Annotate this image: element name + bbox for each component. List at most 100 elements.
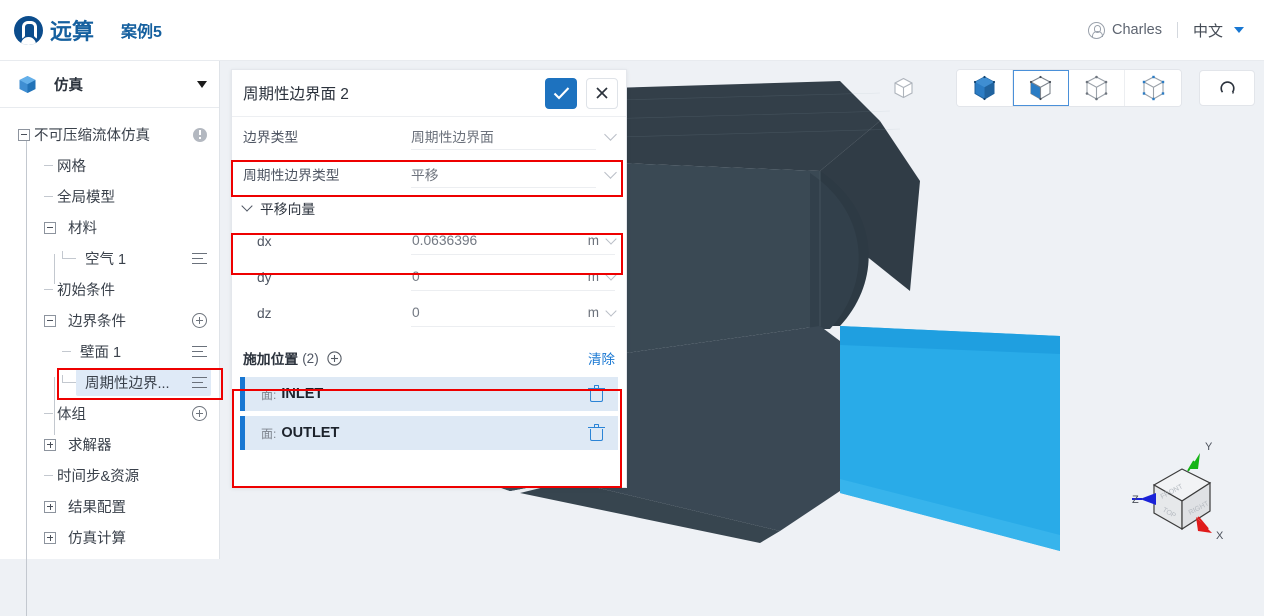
tree-branch-stub bbox=[44, 165, 53, 166]
tree-branch-stub bbox=[44, 413, 53, 414]
view-mode-shaded-edges-cube-button[interactable] bbox=[1013, 70, 1069, 106]
sidebar-item-wall-1[interactable]: 壁面 1 bbox=[0, 336, 219, 367]
dx-row[interactable]: dx 0.0636396 m bbox=[232, 223, 626, 259]
sidebar-item-label: 材料 bbox=[68, 221, 97, 237]
assign-location-title: 施加位置 bbox=[243, 352, 299, 367]
dx-label: dx bbox=[257, 233, 272, 249]
language-selector-label[interactable]: 中文 bbox=[1193, 20, 1223, 41]
sidebar-item-label: 求解器 bbox=[68, 438, 112, 454]
chevron-down-icon[interactable] bbox=[605, 233, 617, 245]
sidebar-item-label: 网格 bbox=[57, 159, 86, 175]
assign-item-name: OUTLET bbox=[281, 425, 340, 441]
info-icon[interactable] bbox=[193, 127, 207, 142]
cube-icon bbox=[18, 75, 37, 94]
user-name[interactable]: Charles bbox=[1112, 22, 1162, 38]
dz-unit-selector[interactable]: m bbox=[567, 300, 617, 327]
dz-row[interactable]: dz 0 m bbox=[232, 295, 626, 331]
sidebar-item-mesh[interactable]: 网格 bbox=[0, 150, 219, 181]
dx-input[interactable]: 0.0636396 bbox=[411, 228, 567, 255]
sidebar-item-result-config[interactable]: 结果配置 bbox=[0, 491, 219, 522]
sidebar-item-solver[interactable]: 求解器 bbox=[0, 429, 219, 460]
tree-branch-stub bbox=[62, 351, 71, 352]
gizmo-axis-x-label: X bbox=[1216, 530, 1224, 542]
sidebar-header-label: 仿真 bbox=[54, 77, 83, 94]
sidebar-item-volume-group[interactable]: 体组 bbox=[0, 398, 219, 429]
confirm-button[interactable] bbox=[545, 77, 577, 109]
dx-unit-selector[interactable]: m bbox=[567, 228, 617, 255]
brand-name: 远算 bbox=[50, 19, 95, 44]
sidebar-item-global-model[interactable]: 全局模型 bbox=[0, 181, 219, 212]
chevron-down-icon[interactable] bbox=[604, 165, 617, 179]
dy-input[interactable]: 0 bbox=[411, 264, 567, 291]
translation-vector-section-label: 平移向量 bbox=[260, 202, 316, 217]
tree-branch-stub bbox=[44, 475, 53, 476]
top-bar-right: Charles 中文 bbox=[1088, 20, 1244, 41]
dz-input[interactable]: 0 bbox=[411, 300, 567, 327]
item-menu-icon[interactable] bbox=[192, 376, 207, 389]
periodic-boundary-type-row[interactable]: 周期性边界类型 平移 bbox=[232, 155, 626, 193]
view-mode-wireframe-vertices-cube-button[interactable] bbox=[1069, 70, 1125, 106]
caret-down-icon[interactable] bbox=[1234, 27, 1244, 33]
sidebar-item-label: 壁面 1 bbox=[80, 345, 122, 361]
sidebar-header[interactable]: 仿真 bbox=[0, 61, 219, 108]
sidebar-item-label: 时间步&资源 bbox=[57, 469, 140, 485]
translation-vector-section-header[interactable]: 平移向量 bbox=[232, 193, 626, 223]
view-mode-solid-cube-button[interactable] bbox=[957, 70, 1013, 106]
sidebar-item-periodic-boundary[interactable]: 周期性边界... bbox=[0, 367, 219, 398]
clear-all-button[interactable]: 清除 bbox=[588, 348, 615, 368]
sidebar-item-label: 周期性边界... bbox=[85, 376, 170, 392]
assign-list-item[interactable]: 面: INLET bbox=[240, 377, 618, 411]
view-mode-button-group bbox=[956, 69, 1182, 107]
add-volume-group-icon[interactable] bbox=[192, 406, 207, 421]
tree-expand-toggle[interactable] bbox=[44, 438, 56, 451]
divider bbox=[1176, 22, 1178, 38]
periodic-boundary-type-value[interactable]: 平移 bbox=[411, 161, 596, 188]
gizmo-axis-y-label: Y bbox=[1205, 441, 1213, 453]
app-root: 远算 案例5 Charles 中文 FRONT TOP RIGHT Y Z X … bbox=[0, 0, 1264, 616]
sidebar-item-timestep-resources[interactable]: 时间步&资源 bbox=[0, 460, 219, 491]
sidebar-item-incompressible-flow[interactable]: 不可压缩流体仿真 bbox=[0, 119, 219, 150]
gizmo-axis-z-label: Z bbox=[1132, 494, 1139, 506]
view-mode-wireframe-blue-vertices-cube-button[interactable] bbox=[1125, 70, 1181, 106]
dz-unit-label: m bbox=[587, 305, 599, 320]
sidebar-item-air-1[interactable]: 空气 1 bbox=[0, 243, 219, 274]
sidebar-item-simulation-run[interactable]: 仿真计算 bbox=[0, 522, 219, 553]
caret-down-icon[interactable] bbox=[197, 80, 207, 88]
brand[interactable]: 远算 bbox=[14, 14, 94, 46]
property-panel-title: 周期性边界面 2 bbox=[243, 86, 349, 103]
chevron-down-icon[interactable] bbox=[604, 127, 617, 141]
sidebar-item-initial-conditions[interactable]: 初始条件 bbox=[0, 274, 219, 305]
sidebar-item-boundary-conditions[interactable]: 边界条件 bbox=[0, 305, 219, 336]
item-menu-icon[interactable] bbox=[192, 252, 207, 265]
reset-view-icon[interactable] bbox=[1199, 70, 1255, 106]
boundary-type-value[interactable]: 周期性边界面 bbox=[411, 123, 596, 150]
axis-orientation-gizmo[interactable]: FRONT TOP RIGHT Y Z X bbox=[1132, 437, 1242, 543]
chevron-down-icon[interactable] bbox=[241, 200, 253, 212]
chevron-down-icon[interactable] bbox=[605, 269, 617, 281]
trash-icon[interactable] bbox=[588, 384, 605, 402]
dx-unit-label: m bbox=[587, 233, 599, 248]
chevron-down-icon[interactable] bbox=[605, 305, 617, 317]
wireframe-cube-icon[interactable] bbox=[886, 71, 920, 105]
tree-branch-stub bbox=[44, 289, 53, 290]
add-boundary-condition-icon[interactable] bbox=[192, 313, 207, 328]
item-menu-icon[interactable] bbox=[192, 345, 207, 358]
tree-collapse-toggle[interactable] bbox=[44, 221, 56, 234]
assign-list-item[interactable]: 面: OUTLET bbox=[240, 416, 618, 450]
tree-expand-toggle[interactable] bbox=[44, 500, 56, 513]
tree-collapse-toggle[interactable] bbox=[44, 314, 56, 327]
sidebar-item-materials[interactable]: 材料 bbox=[0, 212, 219, 243]
trash-icon[interactable] bbox=[588, 423, 605, 441]
dy-row[interactable]: dy 0 m bbox=[232, 259, 626, 295]
cancel-button[interactable] bbox=[586, 77, 618, 109]
plus-circle-icon[interactable] bbox=[327, 350, 342, 366]
tree-branch-stub bbox=[44, 196, 53, 197]
dy-unit-label: m bbox=[587, 269, 599, 284]
sidebar-item-label: 仿真计算 bbox=[68, 531, 126, 547]
boundary-type-row[interactable]: 边界类型 周期性边界面 bbox=[232, 117, 626, 155]
dy-unit-selector[interactable]: m bbox=[567, 264, 617, 291]
property-panel-header: 周期性边界面 2 bbox=[232, 70, 626, 117]
sidebar-item-label: 初始条件 bbox=[57, 283, 115, 299]
tree-collapse-toggle[interactable] bbox=[18, 128, 30, 141]
tree-expand-toggle[interactable] bbox=[44, 531, 56, 544]
